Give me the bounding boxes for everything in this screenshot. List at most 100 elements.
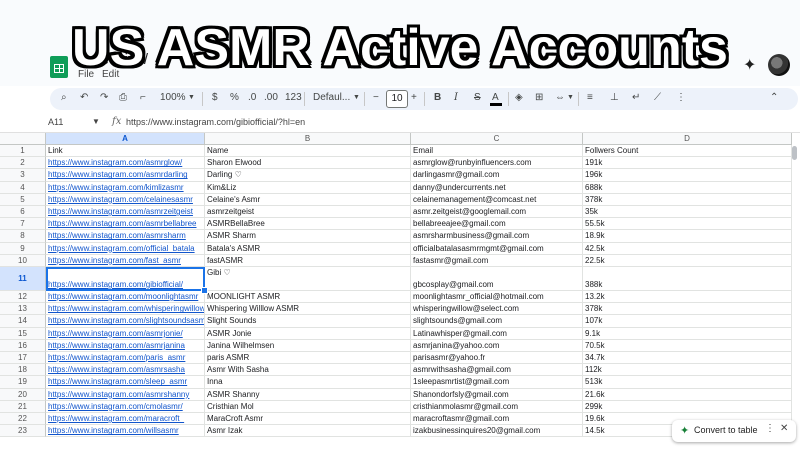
cell-link[interactable]: https://www.instagram.com/willsasmr (46, 425, 205, 438)
zoom-select[interactable]: 100% (160, 92, 186, 103)
cell-name[interactable]: Sharon Elwood (205, 157, 411, 170)
cell-email[interactable]: asmrsharmbusiness@gmail.com (411, 230, 583, 243)
cell-email[interactable]: moonlightasmr_official@hotmail.com (411, 291, 583, 304)
increase-font-size-button[interactable]: + (411, 92, 417, 103)
print-icon[interactable]: ⎙ (119, 92, 127, 103)
cell-followers[interactable]: 42.5k (583, 242, 792, 255)
row-header[interactable]: 10 (0, 254, 46, 267)
row-header[interactable]: 20 (0, 388, 46, 401)
cell-email[interactable]: bellabreeajee@gmail.com (411, 218, 583, 231)
cell-name[interactable]: Gibi ♡ (205, 267, 411, 291)
text-wrap-icon[interactable]: ↵ (632, 92, 640, 103)
cell-followers[interactable]: 388k (583, 267, 792, 291)
text-color-button[interactable]: A (492, 92, 499, 103)
cell-link[interactable]: https://www.instagram.com/paris_asmr (46, 352, 205, 365)
row-header[interactable]: 18 (0, 364, 46, 377)
cell-link[interactable]: https://www.instagram.com/asmrsharm (46, 230, 205, 243)
formula-input[interactable]: https://www.instagram.com/gibiofficial/?… (126, 117, 305, 127)
cell-link[interactable]: https://www.instagram.com/maracroft_ (46, 413, 205, 426)
grid-corner[interactable] (0, 133, 46, 145)
horizontal-align-icon[interactable]: ≡ (587, 92, 593, 103)
cell-followers[interactable]: 21.6k (583, 388, 792, 401)
cell-name[interactable]: Asmr Izak (205, 425, 411, 438)
redo-icon[interactable]: ↷ (100, 92, 108, 103)
cell-name[interactable]: MOONLIGHT ASMR (205, 291, 411, 304)
row-header[interactable]: 9 (0, 242, 46, 255)
cell-email[interactable]: 1sleepasmrtist@gmail.com (411, 376, 583, 389)
cell-email[interactable]: Shanondorfsly@gmail.com (411, 388, 583, 401)
row-header[interactable]: 12 (0, 291, 46, 304)
fill-handle[interactable] (201, 287, 208, 294)
chevron-down-icon[interactable]: ▼ (353, 94, 360, 101)
cell-name[interactable]: ASMR Jonie (205, 327, 411, 340)
header-cell-email[interactable]: Email (411, 145, 583, 158)
row-header[interactable]: 19 (0, 376, 46, 389)
cell-link[interactable]: https://www.instagram.com/asmrglow/ (46, 157, 205, 170)
cell-email[interactable]: cristhianmolasmr@gmail.com (411, 400, 583, 413)
cell-email[interactable]: slightsounds@gmail.com (411, 315, 583, 328)
bold-button[interactable]: B (434, 92, 441, 103)
cell-followers[interactable]: 55.5k (583, 218, 792, 231)
row-header[interactable]: 21 (0, 400, 46, 413)
search-icon[interactable]: ⌕ (61, 92, 67, 103)
header-cell-link[interactable]: Link (46, 145, 205, 158)
decrease-font-size-button[interactable]: − (373, 92, 379, 103)
cell-name[interactable]: Celaine's Asmr (205, 193, 411, 206)
cell-name[interactable]: Janina Wilhelmsen (205, 339, 411, 352)
row-header[interactable]: 7 (0, 218, 46, 231)
row-header[interactable]: 8 (0, 230, 46, 243)
cell-name[interactable]: Batala's ASMR (205, 242, 411, 255)
cell-name[interactable]: Slight Sounds (205, 315, 411, 328)
cell-link[interactable]: https://www.instagram.com/asmrjonie/ (46, 327, 205, 340)
cell-link[interactable]: https://www.instagram.com/kimlizasmr (46, 181, 205, 194)
cell-name[interactable]: paris ASMR (205, 352, 411, 365)
cell-email[interactable]: asmrjanina@yahoo.com (411, 339, 583, 352)
cell-followers[interactable]: 378k (583, 303, 792, 316)
cell-link[interactable]: https://www.instagram.com/moonlightasmr (46, 291, 205, 304)
row-header[interactable]: 3 (0, 169, 46, 182)
header-cell-followers[interactable]: Follwers Count (583, 145, 792, 158)
cell-link[interactable]: https://www.instagram.com/slightsoundsas… (46, 315, 205, 328)
cell-followers[interactable]: 196k (583, 169, 792, 182)
cell-link[interactable]: https://www.instagram.com/official_batal… (46, 242, 205, 255)
italic-button[interactable]: I (454, 92, 458, 103)
cell-email[interactable]: fastasmr@gmail.com (411, 254, 583, 267)
increase-decimal-button[interactable]: .00 (264, 92, 278, 103)
row-header[interactable]: 6 (0, 206, 46, 219)
cell-email[interactable]: asmrwithsasha@gmail.com (411, 364, 583, 377)
chevron-down-icon[interactable]: ▼ (92, 117, 100, 126)
decrease-decimal-button[interactable]: .0 (248, 92, 256, 103)
row-header[interactable]: 15 (0, 327, 46, 340)
font-select[interactable]: Defaul... (313, 92, 350, 103)
cell-name[interactable]: Whispering Willlow ASMR (205, 303, 411, 316)
cell-followers[interactable]: 34.7k (583, 352, 792, 365)
cell-name[interactable]: ASMRBellaBree (205, 218, 411, 231)
percent-button[interactable]: % (230, 92, 239, 103)
chevron-down-icon[interactable]: ▼ (188, 94, 195, 101)
row-header[interactable]: 17 (0, 352, 46, 365)
cell-email[interactable]: parisasmr@yahoo.fr (411, 352, 583, 365)
cell-followers[interactable]: 513k (583, 376, 792, 389)
fill-color-icon[interactable]: ◈ (515, 92, 523, 103)
row-header[interactable]: 5 (0, 193, 46, 206)
collapse-menu-icon[interactable]: ⌃ (770, 92, 778, 103)
cell-email[interactable]: Latinawhisper@gmail.com (411, 327, 583, 340)
cell-followers[interactable]: 18.9k (583, 230, 792, 243)
cell-email[interactable]: celainemanagement@comcast.net (411, 193, 583, 206)
vertical-align-icon[interactable]: ⊥ (610, 92, 619, 103)
cell-link[interactable]: https://www.instagram.com/sleep_asmr (46, 376, 205, 389)
cell-name[interactable]: Asmr With Sasha (205, 364, 411, 377)
cell-link[interactable]: https://www.instagram.com/whisperingwill… (46, 303, 205, 316)
chevron-down-icon[interactable]: ▼ (567, 94, 574, 101)
row-header[interactable]: 13 (0, 303, 46, 316)
column-header-c[interactable]: C (411, 133, 583, 145)
cell-name[interactable]: ASMR Sharm (205, 230, 411, 243)
row-header[interactable]: 1 (0, 145, 46, 158)
cell-followers[interactable]: 191k (583, 157, 792, 170)
cell-name[interactable]: Cristhian Mol (205, 400, 411, 413)
cell-link[interactable]: https://www.instagram.com/asmrdarling (46, 169, 205, 182)
spreadsheet-grid[interactable]: A B C D 1 Link Name Email Follwers Count 2 https:/… (0, 133, 800, 450)
cell-email[interactable]: whisperingwillow@select.com (411, 303, 583, 316)
cell-email[interactable]: izakbusinessinquires20@gmail.com (411, 425, 583, 438)
cell-followers[interactable]: 378k (583, 193, 792, 206)
